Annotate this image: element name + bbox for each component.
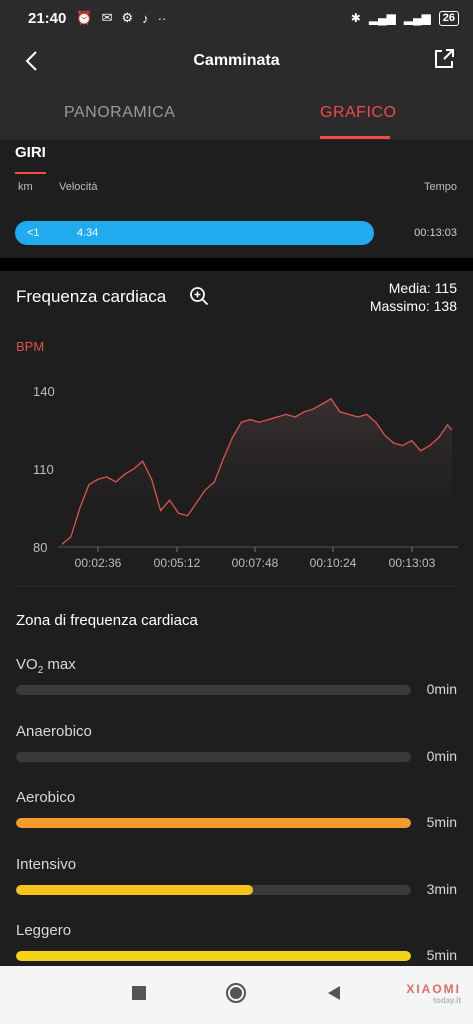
zone-value: 0min — [426, 748, 457, 764]
zone-value: 0min — [426, 681, 457, 697]
tab-overview[interactable]: PANORAMICA — [64, 104, 175, 122]
status-time: 21:40 — [28, 9, 67, 27]
recent-apps-icon[interactable] — [130, 984, 148, 1002]
share-icon[interactable] — [431, 46, 457, 72]
lap-speed-bar — [15, 221, 374, 245]
lap-km: <1 — [27, 227, 40, 239]
x-tick-label: 00:10:24 — [310, 556, 357, 570]
heart-rate-average: Media: 115 — [388, 280, 457, 296]
zone-value: 5min — [426, 947, 457, 963]
x-tick-label: 00:07:48 — [232, 556, 279, 570]
active-tab-indicator — [320, 136, 390, 139]
zone-label: Intensivo — [16, 856, 77, 873]
laps-title-underline — [15, 172, 46, 174]
home-icon[interactable] — [225, 982, 247, 1004]
zone-label: Leggero — [16, 922, 72, 939]
zone-aerobic: Aerobico 5min — [0, 789, 473, 841]
y-tick-label: 140 — [33, 384, 55, 399]
alarm-icon: ⏰ — [76, 10, 93, 25]
zone-bar — [16, 685, 411, 695]
x-tick-label: 00:05:12 — [154, 556, 201, 570]
more-dots-icon: ·· — [157, 10, 167, 26]
lap-time: 00:13:03 — [414, 227, 457, 239]
zone-anaerobic: Anaerobico 0min — [0, 723, 473, 775]
zone-bar — [16, 951, 411, 961]
bpm-axis-label: BPM — [16, 339, 45, 354]
gear-icon: ⚙ — [121, 10, 134, 25]
heart-rate-stats: Media: 115 Massimo: 138 — [370, 279, 457, 315]
app-header: Camminata PANORAMICA GRAFICO — [0, 36, 473, 140]
system-nav-bar — [0, 966, 473, 1024]
zone-bar — [16, 885, 411, 895]
section-divider — [0, 258, 473, 271]
bluetooth-icon: ✱ — [350, 11, 361, 25]
zone-vo2max: VO2 max 0min — [0, 656, 473, 708]
chart-divider — [16, 586, 457, 587]
zone-bar-fill — [16, 885, 253, 895]
mail-icon: ✉ — [101, 10, 113, 25]
y-tick-label: 80 — [33, 540, 47, 555]
heart-rate-title: Frequenza cardiaca — [16, 287, 167, 306]
zone-label: Anaerobico — [16, 723, 92, 740]
laps-title: GIRI — [15, 144, 46, 161]
zone-bar — [16, 818, 411, 828]
signal-icon: ▂▄▆ — [403, 11, 431, 25]
lap-speed: 4.34 — [77, 227, 99, 239]
zoom-in-icon[interactable] — [189, 286, 209, 306]
battery-icon: 26 — [438, 10, 459, 26]
column-header-speed: Velocità — [59, 181, 98, 193]
tab-chart[interactable]: GRAFICO — [320, 104, 396, 122]
back-icon[interactable] — [325, 984, 343, 1002]
heart-rate-max: Massimo: 138 — [369, 298, 457, 314]
music-note-icon: ♪ — [142, 10, 149, 26]
zone-bar-fill — [16, 818, 411, 828]
zone-bar-fill — [16, 951, 411, 961]
zone-intensive: Intensivo 3min — [0, 856, 473, 908]
column-header-km: km — [18, 181, 33, 193]
zone-bar — [16, 752, 411, 762]
zone-label: VO2 max — [16, 656, 76, 676]
signal-icon: ▂▄▆ — [368, 11, 396, 25]
zone-label: Aerobico — [16, 789, 76, 806]
x-tick-label: 00:13:03 — [389, 556, 436, 570]
zone-value: 3min — [426, 881, 457, 897]
zone-value: 5min — [426, 814, 457, 830]
laps-section: GIRI km Velocità Tempo <1 4.34 00:13:03 — [0, 140, 473, 258]
page-title: Camminata — [193, 52, 280, 69]
status-bar: 21:40 ⏰ ✉ ⚙ ♪ ·· ✱ ▂▄▆ ▂▄▆ 26 — [0, 0, 473, 36]
watermark-logo: XIAOMI today.it — [406, 982, 461, 1005]
column-header-time: Tempo — [423, 181, 457, 193]
y-tick-label: 110 — [33, 462, 54, 477]
x-tick-label: 00:02:36 — [75, 556, 122, 570]
zones-title: Zona di frequenza cardiaca — [16, 612, 198, 629]
heart-rate-section: Frequenza cardiaca Media: 115 Massimo: 1… — [0, 271, 473, 971]
heart-rate-chart[interactable]: 140 110 80 00:02:36 00:05:12 00:07:48 00:10:24… — [0, 371, 473, 576]
